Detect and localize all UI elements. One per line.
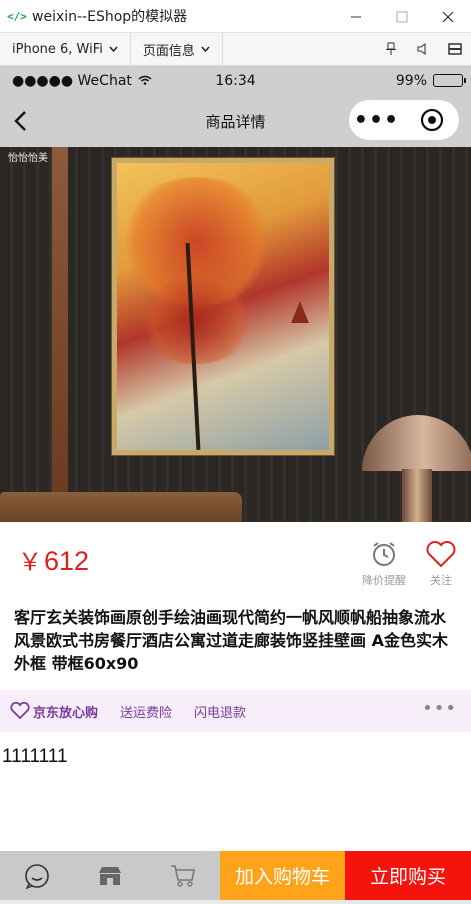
window-controls	[333, 0, 471, 33]
window-bottom-edge	[0, 900, 471, 904]
product-image[interactable]: 怡怡怡美	[0, 147, 471, 522]
buy-now-button[interactable]: 立即购买	[345, 851, 471, 900]
maximize-icon	[396, 11, 408, 22]
page-info-label: 页面信息	[142, 43, 195, 59]
close-button[interactable]	[425, 0, 471, 33]
battery-icon	[433, 74, 466, 87]
window-title: weixin--EShop的模拟器	[32, 9, 188, 25]
chat-icon	[24, 863, 49, 889]
follow-button[interactable]: 关注	[425, 540, 457, 588]
chevron-down-icon	[109, 46, 118, 52]
price-section: ￥612 降价提醒 关注	[0, 522, 471, 598]
heart-icon	[426, 541, 456, 568]
product-price: ￥612	[18, 542, 89, 577]
chevron-down-icon	[201, 46, 210, 52]
page-info-select[interactable]: 页面信息	[131, 32, 223, 66]
back-button[interactable]	[0, 95, 40, 147]
more-button[interactable]: •••	[349, 100, 404, 140]
phone-status-bar: ●●●●● WeChat 16:34 99%	[0, 66, 471, 95]
code-icon: </>	[7, 9, 27, 23]
device-select[interactable]: iPhone 6, WiFi	[0, 32, 131, 66]
volume-icon	[417, 43, 426, 55]
sofa-back	[0, 492, 242, 522]
jd-assurance-label: 京东放心购	[33, 705, 99, 721]
pin-icon	[386, 42, 396, 55]
lamp-base	[402, 469, 432, 522]
painting-frame	[112, 158, 334, 455]
currency-symbol: ￥	[18, 549, 42, 576]
price-alert-button[interactable]: 降价提醒	[362, 540, 406, 588]
product-detail-text: 1111111	[2, 746, 68, 767]
battery-percent: 99%	[395, 72, 427, 89]
alarm-clock-icon	[373, 542, 395, 566]
follow-label: 关注	[430, 574, 452, 587]
more-dots-icon: •••	[353, 107, 400, 133]
window-titlebar: </> weixin--EShop的模拟器	[0, 0, 471, 33]
target-close-icon	[420, 108, 443, 132]
chevron-left-icon	[14, 111, 26, 131]
bottom-icon-group	[0, 851, 220, 900]
minimize-button[interactable]	[333, 0, 379, 33]
device-select-label: iPhone 6, WiFi	[12, 41, 103, 57]
simulator-toolbar: iPhone 6, WiFi 页面信息	[0, 32, 471, 66]
service-item-shipping-insurance: 送运费险	[120, 705, 173, 721]
bottom-action-bar: 加入购物车 立即购买	[0, 851, 471, 900]
painting-leaves-lower	[138, 277, 255, 364]
minimize-icon	[351, 16, 361, 17]
toolbar-tools	[375, 33, 471, 66]
cart-button[interactable]	[146, 851, 219, 900]
customer-service-button[interactable]	[0, 851, 73, 900]
price-alert-label: 降价提醒	[362, 574, 406, 587]
product-name: 客厅玄关装饰画原创手绘油画现代简约一帆风顺帆船抽象流水风景欧式书房餐厅酒店公寓过…	[14, 608, 448, 673]
capsule-close-button[interactable]	[404, 100, 459, 140]
cart-icon	[170, 864, 195, 887]
store-icon	[98, 866, 121, 885]
capsule-menu: •••	[349, 100, 459, 140]
service-row[interactable]: 京东放心购 送运费险 闪电退款 •••	[0, 690, 471, 732]
service-more-icon[interactable]: •••	[422, 698, 457, 719]
pin-button[interactable]	[375, 33, 407, 66]
window-icon	[448, 43, 462, 55]
close-icon	[442, 11, 454, 22]
maximize-button[interactable]	[379, 0, 425, 33]
image-pillar	[52, 147, 68, 497]
service-item-fast-refund: 闪电退款	[194, 705, 247, 721]
add-to-cart-button[interactable]: 加入购物车	[220, 851, 345, 900]
store-button[interactable]	[73, 851, 146, 900]
brand-logo: 怡怡怡美	[8, 153, 48, 164]
price-value: 612	[44, 546, 90, 576]
volume-button[interactable]	[407, 33, 439, 66]
nav-bar: 商品详情 •••	[0, 95, 471, 147]
painting-sailboat	[290, 300, 309, 323]
heart-outline-icon	[10, 702, 30, 720]
window-toggle-button[interactable]	[439, 33, 471, 66]
battery-indicator: 99%	[395, 72, 466, 89]
